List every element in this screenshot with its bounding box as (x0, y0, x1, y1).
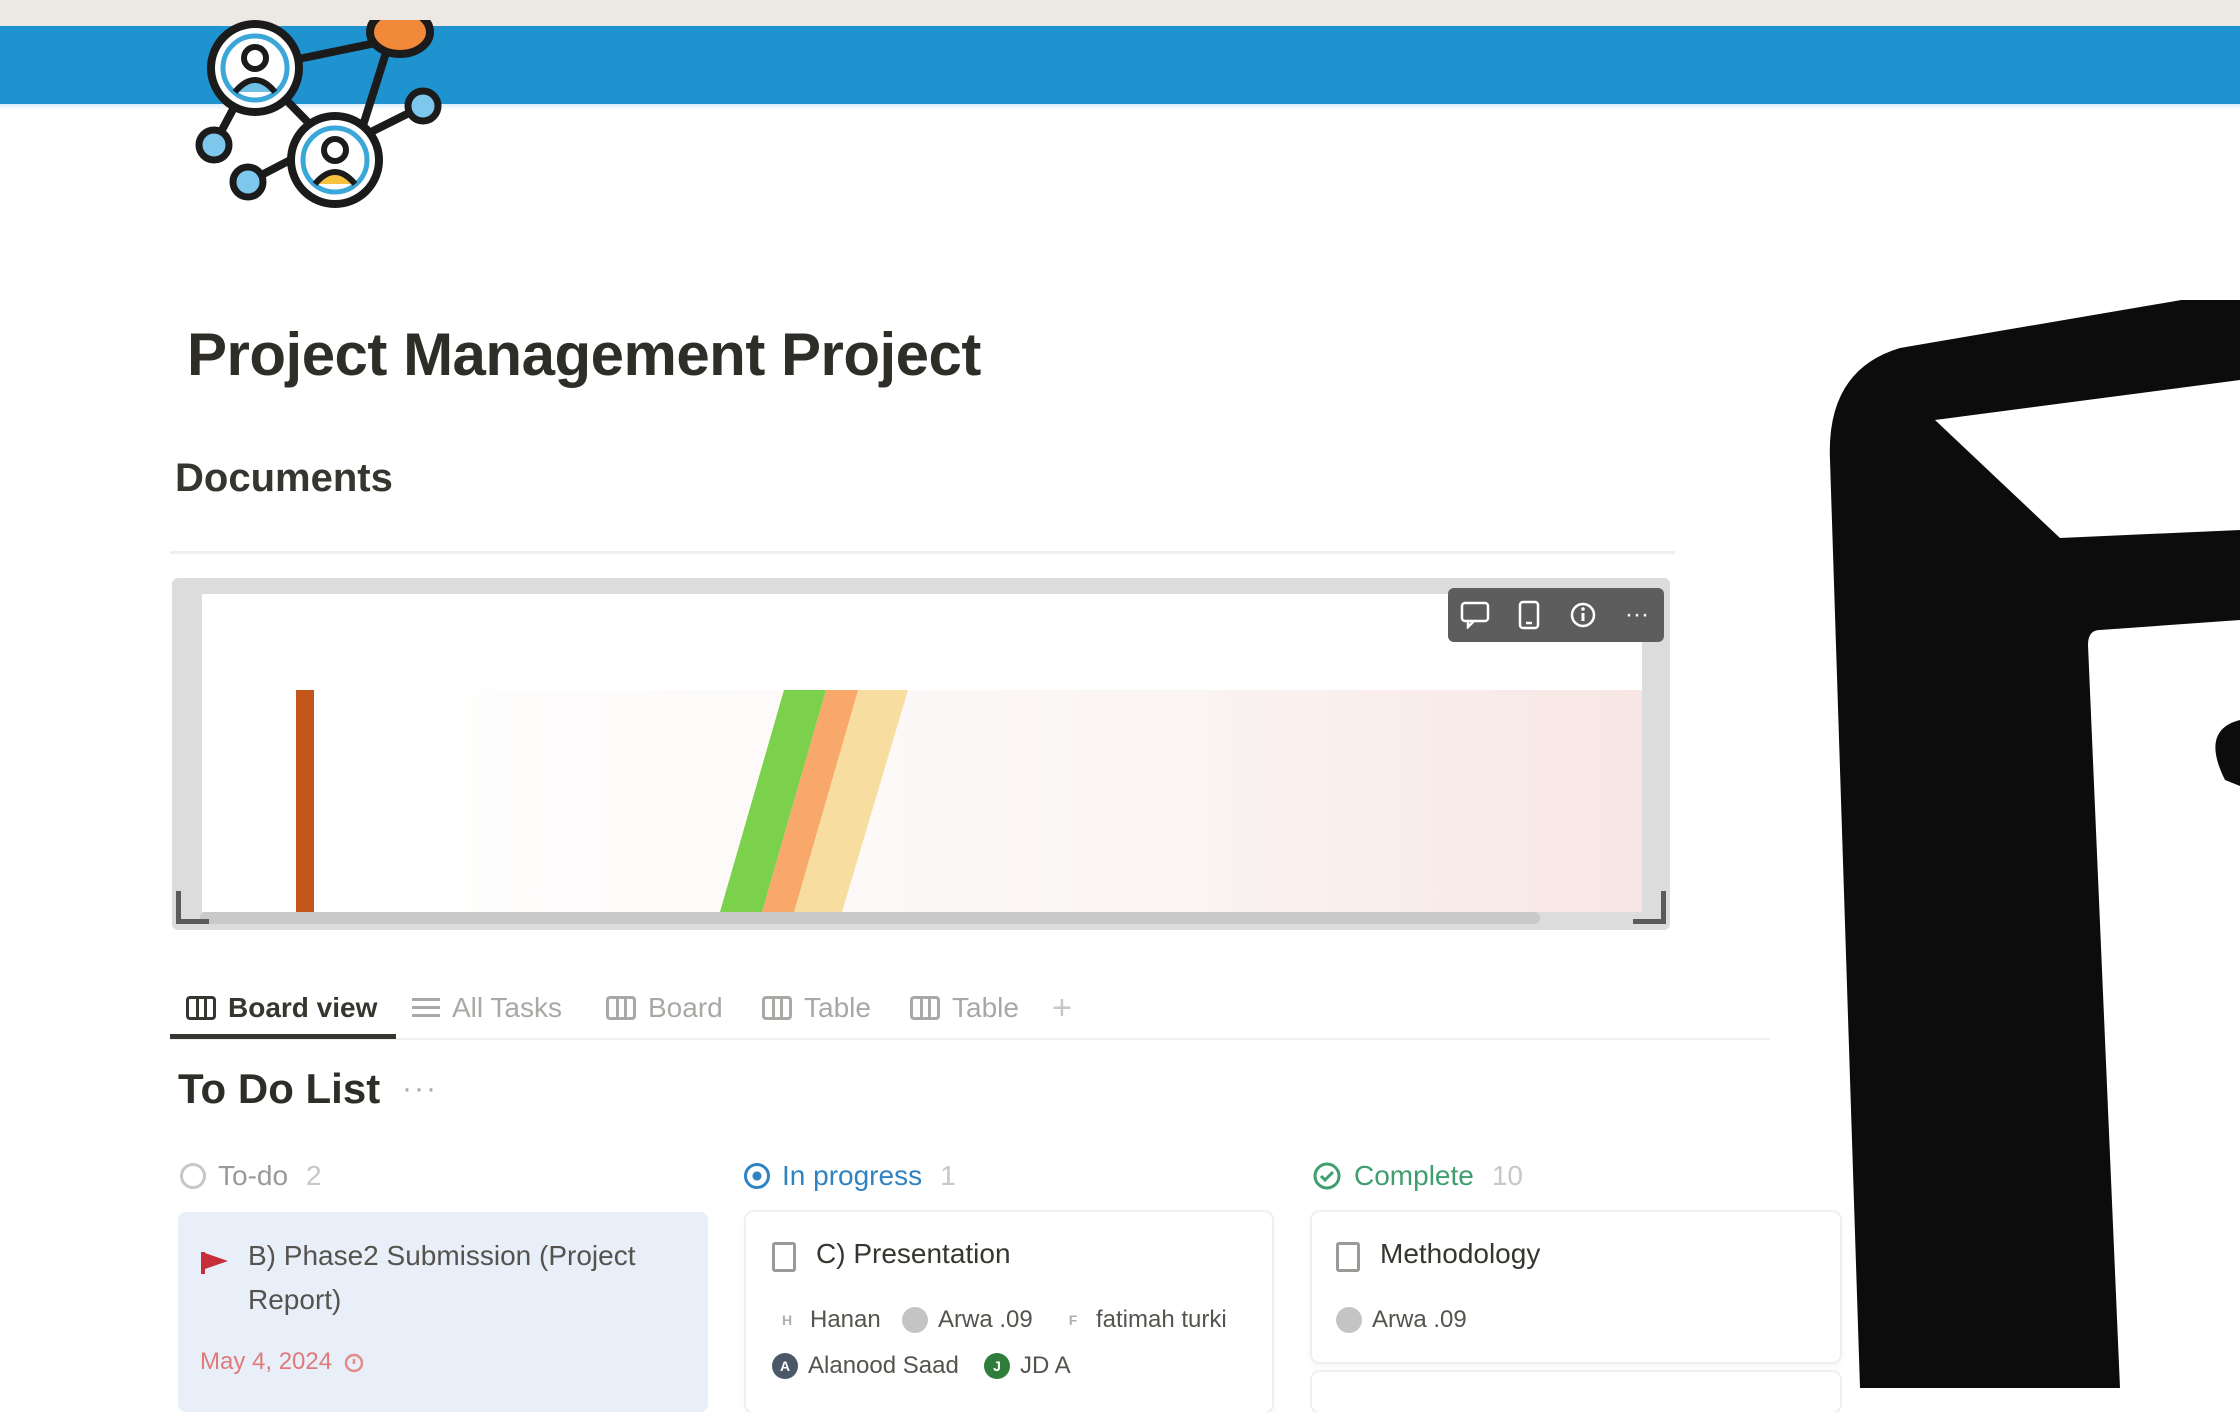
tab-board-view[interactable]: Board view (186, 982, 377, 1034)
card-title-line2: Report) (248, 1284, 342, 1315)
board-icon (606, 996, 636, 1020)
tab-label: Table (804, 992, 871, 1023)
board-card-next[interactable] (1312, 1372, 1840, 1412)
embedded-content-block[interactable]: ··· (172, 578, 1670, 930)
card-title: Methodology (1380, 1238, 1541, 1269)
view-tabs: Board view All Tasks Board Table Table + (170, 982, 1770, 1038)
mobile-icon[interactable] (1509, 595, 1549, 635)
info-icon[interactable] (1563, 595, 1603, 635)
resize-handle-right[interactable] (1633, 891, 1666, 924)
person-arwa: Arwa .09 (902, 1306, 1033, 1334)
tab-board[interactable]: Board (606, 982, 723, 1034)
embed-preview (202, 594, 1642, 912)
avatar (1336, 1307, 1362, 1333)
card-due-date: May 4, 2024 (200, 1348, 366, 1376)
embed-divider (170, 551, 1675, 554)
column-count: 1 (940, 1160, 956, 1191)
person-arwa: Arwa .09 (1336, 1306, 1467, 1334)
board-title[interactable]: To Do List (178, 1065, 380, 1113)
column-count: 2 (306, 1160, 322, 1191)
person-alanood: A Alanood Saad (772, 1352, 959, 1380)
embed-toolbar: ··· (1448, 588, 1664, 642)
column-label: To-do (218, 1160, 289, 1191)
embed-graphic (296, 690, 908, 912)
embed-scrollbar[interactable] (200, 912, 1540, 924)
flag-icon (201, 1252, 228, 1274)
person-name: Arwa .09 (1372, 1306, 1467, 1333)
person-fatimah: F fatimah turki (1060, 1306, 1227, 1334)
column-header-in-progress[interactable]: In progress 1 (744, 1156, 956, 1196)
board-card-phase2[interactable]: B) Phase2 Submission (Project Report) Ma… (178, 1212, 708, 1412)
person-name: JD A (1020, 1352, 1071, 1379)
card-title: C) Presentation (816, 1238, 1011, 1269)
in-progress-status-icon (744, 1163, 770, 1189)
tab-table-2[interactable]: Table (910, 982, 1019, 1034)
resize-handle-left[interactable] (176, 891, 209, 924)
tab-all-tasks[interactable]: All Tasks (412, 982, 562, 1034)
board-card-methodology[interactable]: Methodology Arwa .09 (1312, 1212, 1840, 1362)
active-tab-underline (170, 1034, 396, 1039)
due-date-text: May 4, 2024 (200, 1348, 333, 1375)
page-title[interactable]: Project Management Project (187, 320, 981, 389)
section-heading-documents[interactable]: Documents (175, 456, 393, 501)
column-count: 10 (1491, 1160, 1523, 1191)
column-header-complete[interactable]: Complete 10 (1312, 1156, 1523, 1196)
tabs-divider (170, 1038, 1770, 1040)
tab-label: All Tasks (452, 992, 562, 1023)
person-name: Alanood Saad (808, 1352, 959, 1379)
avatar: A (772, 1353, 798, 1379)
person-name: fatimah turki (1096, 1306, 1227, 1333)
page-icon (772, 1242, 796, 1272)
card-title: B) Phase2 Submission (Project Report) (248, 1234, 636, 1322)
table-icon (762, 996, 792, 1020)
person-name: Hanan (810, 1306, 881, 1333)
board-icon (186, 996, 216, 1020)
page-icon (1336, 1242, 1360, 1272)
board-more-button[interactable]: ··· (402, 1072, 438, 1106)
card-title-line1: B) Phase2 Submission (Project (248, 1240, 636, 1271)
person-jd: J JD A (984, 1352, 1071, 1380)
list-icon (412, 997, 440, 1019)
avatar: H (774, 1307, 800, 1333)
avatar (902, 1307, 928, 1333)
comment-icon[interactable] (1455, 595, 1495, 635)
column-label: Complete (1354, 1160, 1474, 1191)
person-name: Arwa .09 (938, 1306, 1033, 1333)
tab-table-1[interactable]: Table (762, 982, 871, 1034)
avatar: F (1060, 1307, 1086, 1333)
tab-label: Board view (228, 992, 378, 1023)
more-icon[interactable]: ··· (1617, 595, 1657, 635)
person-hanan: H Hanan (774, 1306, 881, 1334)
column-label: In progress (782, 1160, 923, 1191)
team-network-icon[interactable] (180, 20, 460, 220)
avatar: J (984, 1353, 1010, 1379)
notion-logo-icon (1829, 300, 2240, 1388)
todo-status-icon (180, 1163, 206, 1189)
tab-label: Table (952, 992, 1019, 1023)
column-header-todo[interactable]: To-do 2 (180, 1156, 322, 1196)
check-circle-icon (1313, 1162, 1341, 1190)
embed-orange-bar (296, 690, 314, 912)
alarm-icon (344, 1353, 364, 1373)
table-icon (910, 996, 940, 1020)
add-view-button[interactable]: + (1052, 982, 1072, 1034)
tab-label: Board (648, 992, 723, 1023)
board-card-presentation[interactable]: C) Presentation H Hanan Arwa .09 F fatim… (746, 1212, 1272, 1412)
